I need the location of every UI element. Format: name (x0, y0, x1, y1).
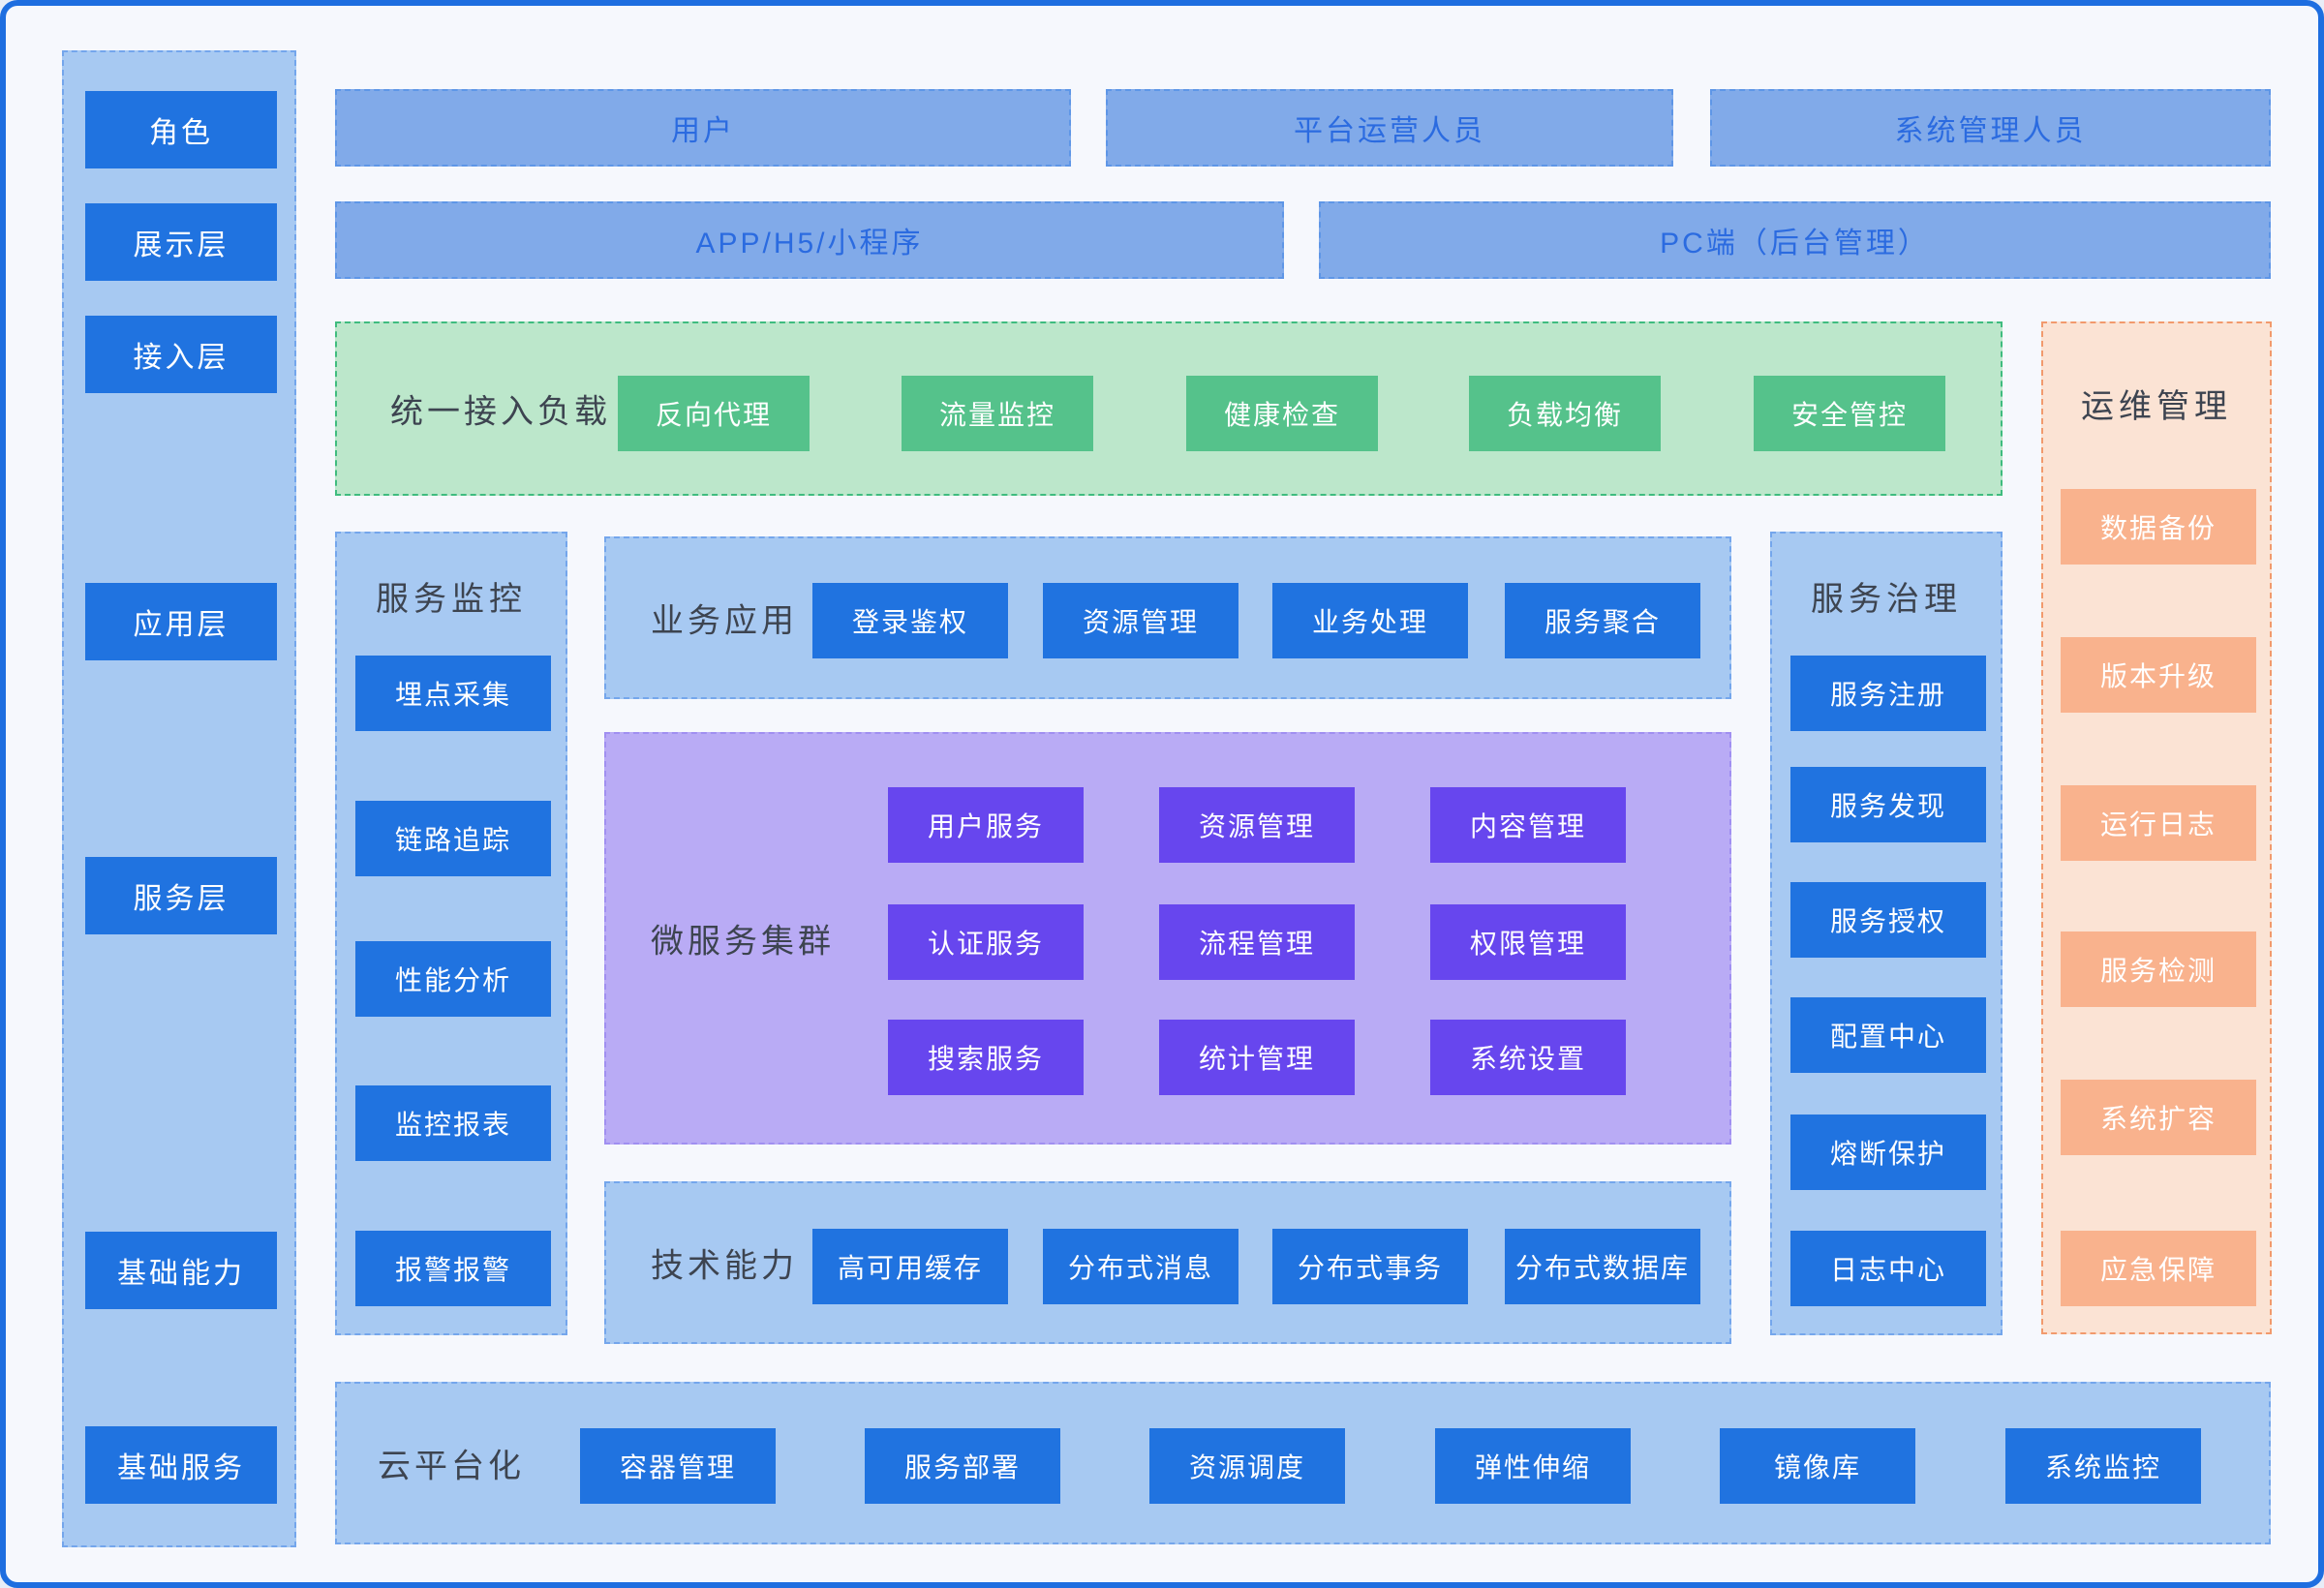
tech-node: 分布式事务 (1272, 1229, 1468, 1304)
sidebar-layer-item: 展示层 (85, 203, 277, 281)
service-governance-section: 服务治理 服务注册 服务发现 服务授权 配置中心 熔断保护 日志中心 (1770, 532, 2003, 1335)
tech-node: 分布式数据库 (1505, 1229, 1700, 1304)
sidebar-layer-item: 角色 (85, 91, 277, 168)
section-title: 运维管理 (2043, 380, 2270, 427)
monitor-node: 报警报警 (355, 1231, 551, 1306)
microservice-node: 内容管理 (1430, 787, 1626, 863)
monitor-node: 性能分析 (355, 941, 551, 1017)
access-node: 流量监控 (902, 376, 1093, 451)
ops-node: 系统扩容 (2061, 1080, 2256, 1155)
cloud-node: 系统监控 (2005, 1428, 2201, 1504)
access-load-section: 统一接入负载 反向代理 流量监控 健康检查 负载均衡 安全管控 (335, 321, 2003, 496)
ops-node: 运行日志 (2061, 785, 2256, 861)
ops-node: 服务检测 (2061, 931, 2256, 1007)
client-box: APP/H5/小程序 (335, 201, 1284, 279)
business-node: 资源管理 (1043, 583, 1238, 658)
ops-node: 版本升级 (2061, 637, 2256, 713)
monitor-node: 链路追踪 (355, 801, 551, 876)
access-node: 负载均衡 (1469, 376, 1661, 451)
cloud-node: 资源调度 (1149, 1428, 1345, 1504)
governance-node: 日志中心 (1790, 1231, 1986, 1306)
governance-node: 服务发现 (1790, 767, 1986, 842)
business-app-section: 业务应用 登录鉴权 资源管理 业务处理 服务聚合 (604, 536, 1731, 699)
access-node: 健康检查 (1186, 376, 1378, 451)
microservice-node: 用户服务 (888, 787, 1084, 863)
sidebar-layer-item: 基础服务 (85, 1426, 277, 1504)
ops-node: 应急保障 (2061, 1231, 2256, 1306)
business-node: 登录鉴权 (812, 583, 1008, 658)
role-box: 系统管理人员 (1710, 89, 2271, 167)
cloud-platform-section: 云平台化 容器管理 服务部署 资源调度 弹性伸缩 镜像库 系统监控 (335, 1382, 2271, 1544)
business-node: 业务处理 (1272, 583, 1468, 658)
microservice-node: 认证服务 (888, 904, 1084, 980)
governance-node: 服务授权 (1790, 882, 1986, 958)
layer-sidebar: 角色 展示层 接入层 应用层 服务层 基础能力 基础服务 (62, 50, 296, 1547)
governance-node: 配置中心 (1790, 997, 1986, 1073)
section-title: 技术能力 (651, 1239, 798, 1287)
service-monitor-section: 服务监控 埋点采集 链路追踪 性能分析 监控报表 报警报警 (335, 532, 567, 1335)
sidebar-layer-item: 服务层 (85, 857, 277, 934)
tech-node: 高可用缓存 (812, 1229, 1008, 1304)
business-node: 服务聚合 (1505, 583, 1700, 658)
section-title: 业务应用 (651, 595, 798, 642)
governance-node: 服务注册 (1790, 656, 1986, 731)
microservice-cluster-section: 微服务集群 用户服务 资源管理 内容管理 认证服务 流程管理 权限管理 搜索服务… (604, 732, 1731, 1145)
section-title: 微服务集群 (651, 915, 835, 962)
client-box: PC端（后台管理） (1319, 201, 2271, 279)
role-box: 平台运营人员 (1106, 89, 1673, 167)
microservice-node: 统计管理 (1159, 1020, 1355, 1095)
sidebar-layer-item: 应用层 (85, 583, 277, 660)
microservice-node: 流程管理 (1159, 904, 1355, 980)
microservice-node: 资源管理 (1159, 787, 1355, 863)
access-node: 反向代理 (618, 376, 810, 451)
sidebar-layer-item: 基础能力 (85, 1232, 277, 1309)
section-title: 服务监控 (337, 572, 566, 620)
governance-node: 熔断保护 (1790, 1115, 1986, 1190)
sidebar-layer-item: 接入层 (85, 316, 277, 393)
cloud-node: 服务部署 (865, 1428, 1060, 1504)
ops-node: 数据备份 (2061, 489, 2256, 565)
section-title: 统一接入负载 (390, 385, 611, 433)
role-box: 用户 (335, 89, 1071, 167)
access-node: 安全管控 (1754, 376, 1945, 451)
microservice-node: 搜索服务 (888, 1020, 1084, 1095)
section-title: 云平台化 (378, 1440, 525, 1487)
monitor-node: 监控报表 (355, 1085, 551, 1161)
cloud-node: 容器管理 (580, 1428, 776, 1504)
architecture-diagram: 角色 展示层 接入层 应用层 服务层 基础能力 基础服务 用户 平台运营人员 系… (0, 0, 2324, 1588)
tech-node: 分布式消息 (1043, 1229, 1238, 1304)
microservice-node: 权限管理 (1430, 904, 1626, 980)
cloud-node: 镜像库 (1720, 1428, 1915, 1504)
section-title: 服务治理 (1772, 572, 2001, 620)
microservice-node: 系统设置 (1430, 1020, 1626, 1095)
cloud-node: 弹性伸缩 (1435, 1428, 1631, 1504)
ops-section: 运维管理 数据备份 版本升级 运行日志 服务检测 系统扩容 应急保障 (2041, 321, 2272, 1334)
tech-capability-section: 技术能力 高可用缓存 分布式消息 分布式事务 分布式数据库 (604, 1181, 1731, 1344)
monitor-node: 埋点采集 (355, 656, 551, 731)
